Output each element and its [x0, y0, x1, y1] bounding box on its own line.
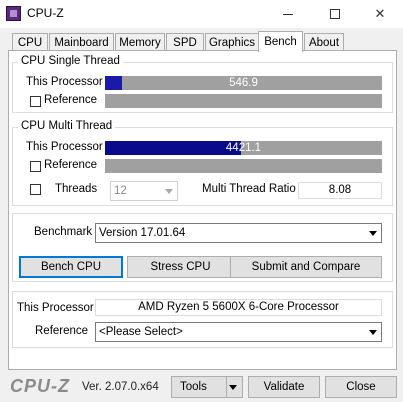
tab-graphics[interactable]: Graphics: [205, 33, 259, 51]
tab-cpu[interactable]: CPU: [12, 33, 48, 51]
tab-strip: CPU Mainboard Memory SPD Graphics Bench …: [8, 31, 397, 52]
tools-button-label: Tools: [180, 381, 207, 393]
threads-select-value: 12: [114, 185, 127, 197]
multi-thread-title: CPU Multi Thread: [18, 120, 116, 132]
benchmark-label: Benchmark: [34, 226, 93, 238]
cpuz-app-icon: [6, 6, 21, 21]
single-thread-group: CPU Single Thread This Processor 546.9 R…: [12, 55, 393, 113]
single-reference-bar: [105, 94, 382, 108]
multi-thread-group: CPU Multi Thread This Processor 4421.1 R…: [12, 120, 393, 206]
tab-bench[interactable]: Bench: [258, 31, 303, 52]
maximize-icon: [330, 9, 340, 19]
multi-this-processor-label: This Processor: [26, 141, 103, 153]
threads-select[interactable]: 12: [110, 181, 178, 201]
ratio-label: Multi Thread Ratio: [202, 183, 296, 195]
title-bar: CPU-Z ✕: [0, 0, 403, 28]
validate-button[interactable]: Validate: [248, 376, 320, 398]
multi-reference-label: Reference: [44, 159, 98, 171]
compare-this-processor-label: This Processor: [17, 302, 94, 314]
chevron-down-icon: [364, 323, 381, 341]
multi-thread-score: 4421.1: [225, 142, 262, 154]
compare-processor-value: AMD Ryzen 5 5600X 6-Core Processor: [95, 299, 382, 316]
version-label: Ver. 2.07.0.x64: [82, 381, 159, 393]
maximize-button[interactable]: [312, 0, 358, 28]
bench-panel: CPU Single Thread This Processor 546.9 R…: [8, 50, 397, 370]
window-title: CPU-Z: [27, 6, 64, 20]
benchmark-version-select[interactable]: Version 17.01.64: [95, 223, 382, 243]
benchmark-group: Benchmark Version 17.01.64 Bench CPU Str…: [12, 213, 393, 282]
multi-reference-bar: [105, 159, 382, 173]
single-reference-checkbox[interactable]: [30, 96, 41, 107]
close-button[interactable]: Close: [325, 376, 397, 398]
threads-label: Threads: [55, 183, 98, 195]
compare-reference-value: <Please Select>: [99, 326, 183, 338]
multi-thread-bar: 4421.1: [105, 141, 382, 155]
tab-mainboard[interactable]: Mainboard: [49, 33, 114, 51]
tab-memory[interactable]: Memory: [115, 33, 165, 51]
compare-group: This Processor AMD Ryzen 5 5600X 6-Core …: [12, 291, 393, 348]
bench-cpu-button[interactable]: Bench CPU: [19, 256, 123, 278]
single-this-processor-label: This Processor: [26, 76, 103, 88]
single-thread-bar: 546.9: [105, 76, 382, 90]
multi-reference-checkbox[interactable]: [30, 161, 41, 172]
single-thread-score: 546.9: [229, 77, 258, 89]
ratio-value: 8.08: [298, 182, 382, 199]
close-window-button[interactable]: ✕: [357, 0, 403, 28]
cpuz-logo: CPU-Z: [10, 376, 70, 396]
compare-reference-select[interactable]: <Please Select>: [95, 322, 382, 342]
single-thread-title: CPU Single Thread: [18, 55, 123, 67]
tab-spd[interactable]: SPD: [166, 33, 204, 51]
single-reference-label: Reference: [44, 94, 98, 106]
tools-button[interactable]: Tools: [171, 376, 243, 398]
threads-checkbox[interactable]: [30, 184, 41, 195]
benchmark-version-value: Version 17.01.64: [99, 227, 186, 239]
minimize-icon: [283, 13, 293, 15]
compare-reference-label: Reference: [35, 325, 89, 337]
stress-cpu-button[interactable]: Stress CPU: [127, 256, 234, 278]
tab-about[interactable]: About: [304, 33, 344, 51]
submit-compare-button[interactable]: Submit and Compare: [230, 256, 382, 278]
minimize-button[interactable]: [265, 0, 311, 28]
chevron-down-icon: [364, 224, 381, 242]
chevron-down-icon: [226, 377, 238, 397]
close-icon: ✕: [374, 6, 386, 21]
chevron-down-icon: [160, 182, 177, 200]
